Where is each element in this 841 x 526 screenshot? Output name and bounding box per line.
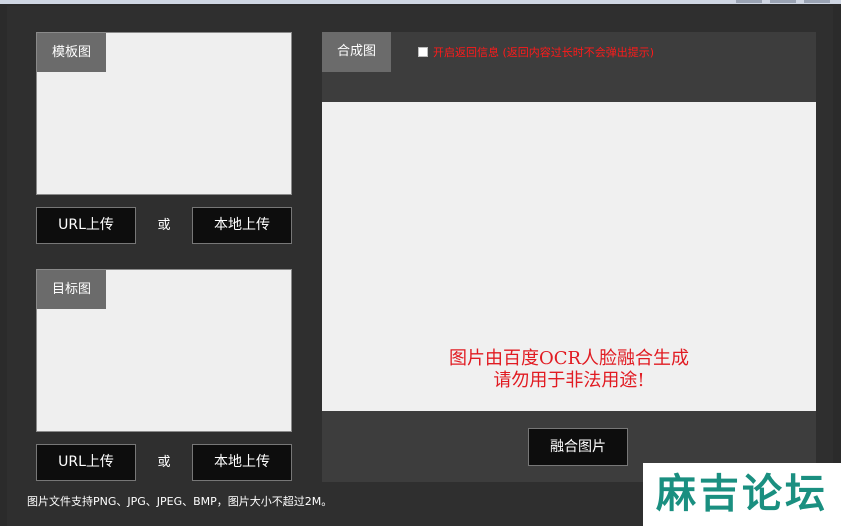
template-image-tag: 模板图 xyxy=(37,33,107,72)
template-local-upload-button[interactable]: 本地上传 xyxy=(192,207,292,244)
app-window: 模板图 URL上传 或 本地上传 目标图 URL上传 或 本地上传 合成图 开启… xyxy=(7,6,833,526)
target-local-upload-button[interactable]: 本地上传 xyxy=(192,444,292,481)
target-or-label: 或 xyxy=(157,455,171,470)
left-panel: 模板图 URL上传 或 本地上传 目标图 URL上传 或 本地上传 xyxy=(29,24,299,494)
return-info-checkbox[interactable] xyxy=(418,47,428,57)
notice-text: 图片由百度OCR人脸融合生成 请勿用于非法用途! xyxy=(322,348,816,392)
target-image-tag: 目标图 xyxy=(37,270,107,309)
window-top-bar xyxy=(0,0,841,4)
target-url-upload-button[interactable]: URL上传 xyxy=(36,444,136,481)
watermark-logo: 麻吉论坛 xyxy=(643,463,841,526)
maximize-button[interactable] xyxy=(770,0,796,3)
minimize-button[interactable] xyxy=(736,0,762,3)
template-image-box[interactable]: 模板图 xyxy=(36,32,292,195)
result-image-area: 图片由百度OCR人脸融合生成 请勿用于非法用途! xyxy=(322,102,816,411)
target-image-box[interactable]: 目标图 xyxy=(36,269,292,432)
notice-line-2: 请勿用于非法用途! xyxy=(493,370,645,391)
template-or-label: 或 xyxy=(157,218,171,233)
result-image-tag: 合成图 xyxy=(322,32,391,72)
template-url-upload-button[interactable]: URL上传 xyxy=(36,207,136,244)
notice-line-1: 图片由百度OCR人脸融合生成 xyxy=(448,348,690,369)
file-support-note: 图片文件支持PNG、JPG、JPEG、BMP，图片大小不超过2M。 xyxy=(27,495,333,508)
merge-image-button[interactable]: 融合图片 xyxy=(528,428,628,466)
result-panel: 合成图 开启返回信息 (返回内容过长时不会弹出提示) 图片由百度OCR人脸融合生… xyxy=(322,32,816,482)
return-info-label[interactable]: 开启返回信息 (返回内容过长时不会弹出提示) xyxy=(433,44,654,60)
close-button[interactable] xyxy=(804,0,830,3)
